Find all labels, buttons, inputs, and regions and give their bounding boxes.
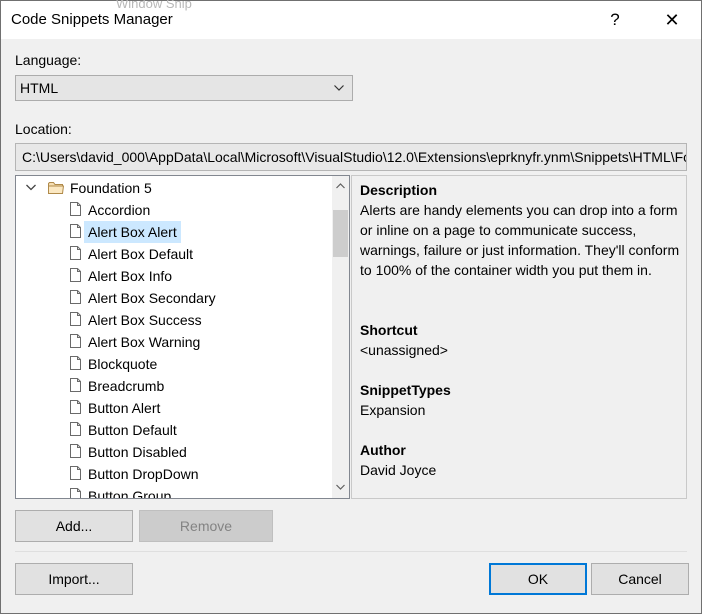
- tree-scrollbar[interactable]: [332, 176, 349, 498]
- tree-item-label: Breadcrumb: [88, 378, 165, 394]
- tree-item-label: Button DropDown: [88, 466, 199, 482]
- details-panel: Description Alerts are handy elements yo…: [351, 175, 687, 499]
- author-value: David Joyce: [360, 462, 437, 478]
- description-heading: Description: [360, 182, 438, 198]
- tree-item-label: Button Default: [88, 422, 177, 438]
- scroll-down-icon[interactable]: [336, 484, 345, 490]
- tree-item-label: Alert Box Success: [88, 312, 202, 328]
- tree-item-label: Alert Box Alert: [84, 221, 181, 243]
- snippet-file-icon: [70, 224, 81, 238]
- folder-label: Foundation 5: [70, 180, 152, 196]
- snippet-file-icon: [70, 466, 81, 480]
- snippet-file-icon: [70, 422, 81, 436]
- background-window-text: Window Snip: [116, 0, 192, 11]
- snippet-file-icon: [70, 312, 81, 326]
- import-button[interactable]: Import...: [15, 563, 133, 595]
- title-bar: Window Snip Code Snippets Manager ? ✕: [1, 0, 701, 39]
- snippet-file-icon: [70, 400, 81, 414]
- snippet-file-icon: [70, 290, 81, 304]
- snippet-types-section: SnippetTypes Expansion: [360, 380, 680, 420]
- scrollbar-thumb[interactable]: [333, 210, 348, 257]
- location-path: C:\Users\david_000\AppData\Local\Microso…: [22, 149, 687, 165]
- dialog-window: Window Snip Code Snippets Manager ? ✕ La…: [0, 0, 702, 614]
- tree-item-label: Blockquote: [88, 356, 158, 372]
- cancel-button[interactable]: Cancel: [591, 563, 689, 595]
- snippet-tree[interactable]: Foundation 5 Accordion Alert Box Alert Ale…: [15, 175, 350, 499]
- snippet-types-heading: SnippetTypes: [360, 382, 451, 398]
- folder-icon: [48, 182, 64, 194]
- tree-item-label: Alert Box Warning: [88, 334, 201, 350]
- tree-item-label: Alert Box Info: [88, 268, 173, 284]
- add-button[interactable]: Add...: [15, 510, 133, 542]
- shortcut-value: <unassigned>: [360, 342, 448, 358]
- location-field[interactable]: C:\Users\david_000\AppData\Local\Microso…: [15, 143, 687, 171]
- divider: [15, 551, 687, 552]
- tree-item-label: Alert Box Secondary: [88, 290, 216, 306]
- snippet-file-icon: [70, 378, 81, 392]
- snippet-types-value: Expansion: [360, 402, 426, 418]
- shortcut-section: Shortcut <unassigned>: [360, 320, 680, 360]
- tree-item-label: Button Disabled: [88, 444, 187, 460]
- close-button[interactable]: ✕: [657, 7, 687, 33]
- tree-item-label: Button Alert: [88, 400, 161, 416]
- tree-item-label: Accordion: [88, 202, 151, 218]
- language-select-value: HTML: [20, 80, 59, 96]
- help-button[interactable]: ?: [605, 9, 625, 31]
- description-text: Alerts are handy elements you can drop i…: [360, 202, 680, 278]
- snippet-file-icon: [70, 246, 81, 260]
- snippet-file-icon: [70, 356, 81, 370]
- tree-item-label: Alert Box Default: [88, 246, 194, 262]
- chevron-down-icon: [334, 85, 344, 91]
- description-section: Description Alerts are handy elements yo…: [360, 180, 680, 280]
- snippet-file-icon: [70, 444, 81, 458]
- location-label: Location:: [15, 121, 72, 137]
- language-label: Language:: [15, 52, 82, 68]
- tree-item-label: Button Group: [88, 488, 172, 499]
- ok-button[interactable]: OK: [489, 563, 587, 595]
- author-heading: Author: [360, 442, 406, 458]
- language-select[interactable]: HTML: [15, 75, 353, 101]
- scroll-up-icon[interactable]: [336, 183, 345, 189]
- snippet-file-icon: [70, 202, 81, 216]
- author-section: Author David Joyce: [360, 440, 680, 480]
- chevron-down-icon[interactable]: [26, 184, 36, 191]
- snippet-file-icon: [70, 488, 81, 498]
- snippet-file-icon: [70, 268, 81, 282]
- shortcut-heading: Shortcut: [360, 322, 418, 338]
- remove-button[interactable]: Remove: [139, 510, 273, 542]
- snippet-file-icon: [70, 334, 81, 348]
- dialog-title: Code Snippets Manager: [11, 11, 173, 28]
